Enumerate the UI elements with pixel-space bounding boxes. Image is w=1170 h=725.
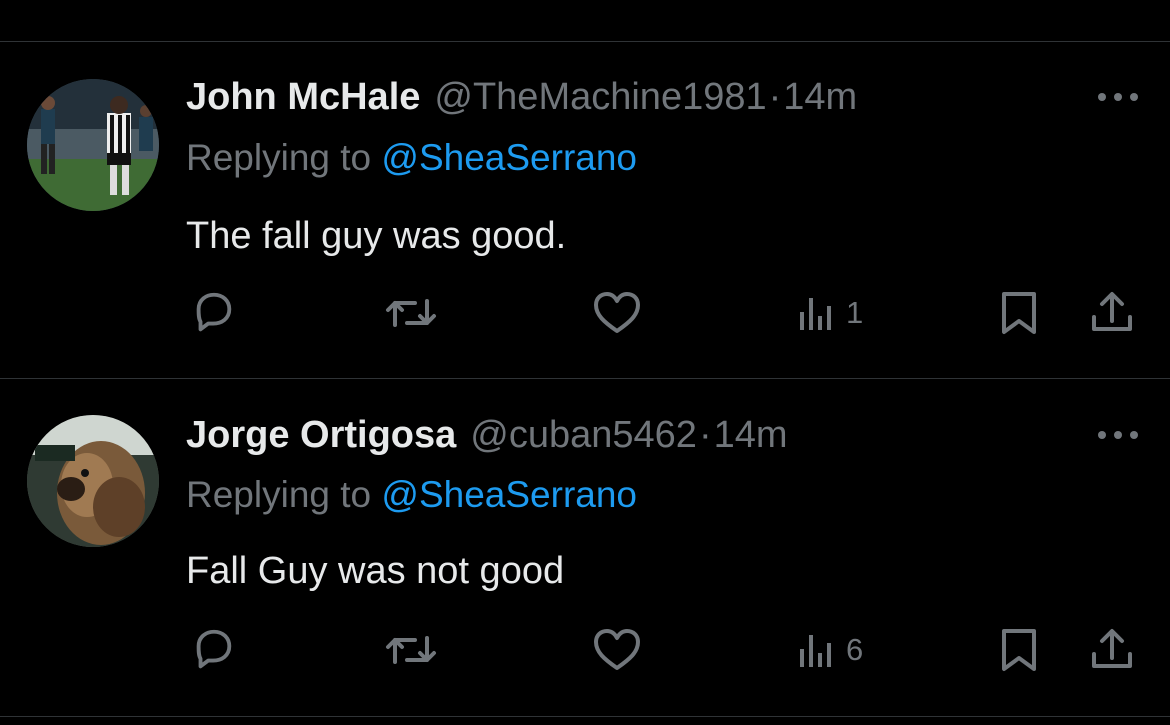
- avatar[interactable]: [27, 79, 159, 211]
- user-handle[interactable]: @cuban5462: [470, 414, 697, 456]
- tweet-text: The fall guy was good.: [186, 215, 567, 257]
- tweet-header: John McHale @TheMachine1981·14m: [186, 75, 857, 119]
- separator: ·: [698, 414, 712, 456]
- reply-icon: [196, 292, 232, 332]
- share-button[interactable]: [1088, 288, 1136, 338]
- like-icon: [594, 629, 640, 670]
- like-button[interactable]: [592, 288, 642, 338]
- reply-button[interactable]: [189, 288, 237, 338]
- views-icon: [800, 633, 831, 669]
- views-button[interactable]: 1: [796, 288, 863, 338]
- display-name[interactable]: John McHale: [186, 76, 420, 118]
- share-icon: [1092, 629, 1132, 668]
- views-count: 6: [846, 632, 864, 667]
- views-button[interactable]: 6: [796, 625, 863, 675]
- timestamp[interactable]: 14m: [714, 414, 788, 456]
- replying-to: Replying to @SheaSerrano: [186, 473, 637, 517]
- tweet[interactable]: John McHale @TheMachine1981·14m Replying …: [0, 42, 1170, 379]
- bookmark-icon: [1002, 629, 1036, 671]
- retweet-icon: [386, 636, 436, 664]
- avatar[interactable]: [27, 415, 159, 547]
- views-icon: [800, 296, 831, 332]
- separator: ·: [768, 76, 782, 118]
- bookmark-button[interactable]: [995, 288, 1043, 338]
- replying-label: Replying to: [186, 474, 382, 515]
- retweet-button[interactable]: [385, 625, 437, 675]
- reply-button[interactable]: [189, 625, 237, 675]
- replying-label: Replying to: [186, 137, 382, 178]
- timestamp[interactable]: 14m: [783, 76, 857, 118]
- tweet-header: Jorge Ortigosa @cuban5462·14m: [186, 413, 788, 457]
- bottom-divider: [0, 716, 1170, 717]
- tweet[interactable]: Jorge Ortigosa @cuban5462·14m Replying to…: [0, 379, 1170, 716]
- bookmark-icon: [1002, 292, 1036, 334]
- mention-link[interactable]: @SheaSerrano: [381, 474, 637, 515]
- retweet-icon: [386, 299, 436, 327]
- more-icon[interactable]: [1096, 87, 1140, 107]
- tweet-text: Fall Guy was not good: [186, 550, 565, 592]
- retweet-button[interactable]: [385, 288, 437, 338]
- share-button[interactable]: [1088, 625, 1136, 675]
- more-icon[interactable]: [1096, 425, 1140, 445]
- share-icon: [1092, 292, 1132, 331]
- mention-link[interactable]: @SheaSerrano: [381, 137, 637, 178]
- views-count: 1: [846, 295, 864, 330]
- user-handle[interactable]: @TheMachine1981: [434, 76, 766, 118]
- bookmark-button[interactable]: [995, 625, 1043, 675]
- replying-to: Replying to @SheaSerrano: [186, 136, 637, 180]
- like-icon: [594, 292, 640, 333]
- like-button[interactable]: [592, 625, 642, 675]
- display-name[interactable]: Jorge Ortigosa: [186, 414, 456, 456]
- reply-icon: [196, 629, 232, 669]
